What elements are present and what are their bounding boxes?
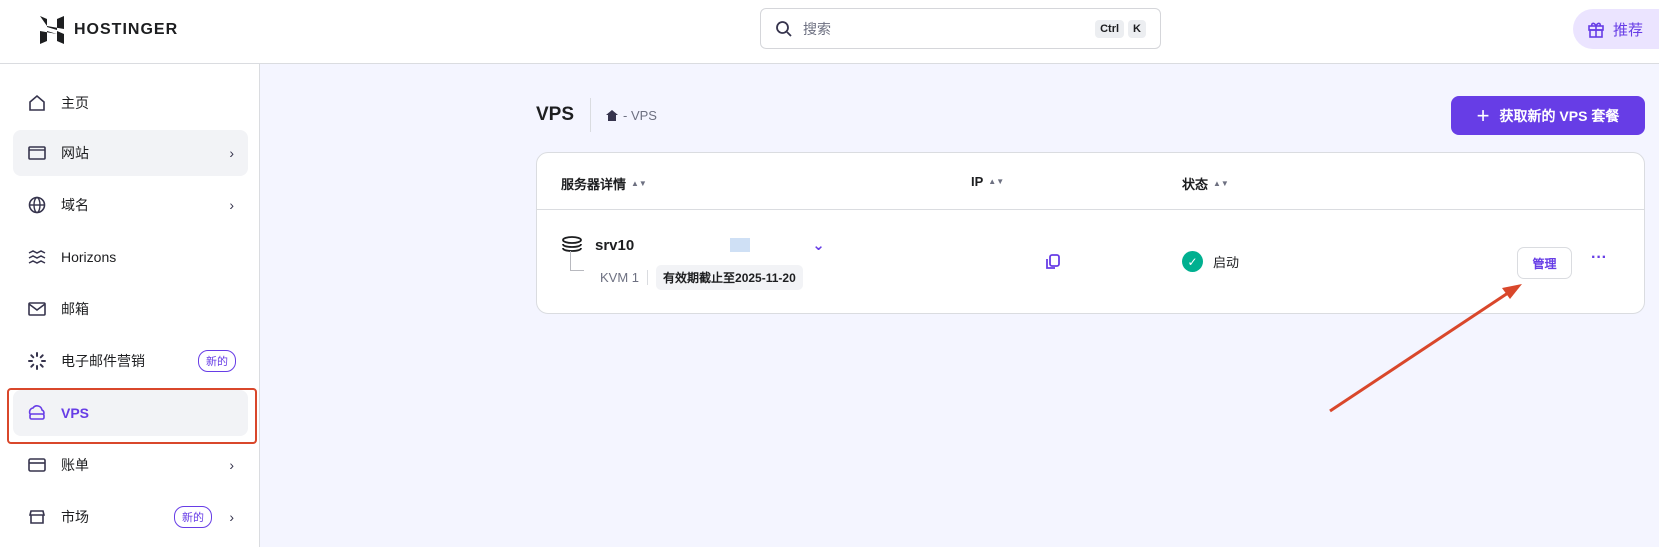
globe-icon (27, 195, 47, 215)
header-label: IP (971, 174, 984, 189)
mail-icon (27, 299, 47, 319)
sidebar-item-label: 主页 (61, 95, 89, 111)
card-icon (27, 455, 47, 475)
gift-icon (1588, 22, 1604, 38)
table-row: srv10 ⌄ (561, 235, 825, 255)
home-icon[interactable] (605, 108, 619, 122)
annotation-arrow (1329, 284, 1522, 413)
button-label: 获取新的 VPS 套餐 (1499, 107, 1620, 124)
referral-button[interactable]: 推荐 (1573, 9, 1659, 49)
copy-icon[interactable] (1045, 254, 1061, 270)
divider (537, 209, 1644, 210)
browser-icon (27, 143, 47, 163)
column-header-status[interactable]: 状态 ▲▼ (1182, 174, 1229, 193)
status-label: 启动 (1213, 255, 1240, 270)
get-new-vps-button[interactable]: + 获取新的 VPS 套餐 (1451, 96, 1645, 135)
sidebar-item-label: 网站 (61, 145, 89, 161)
referral-label: 推荐 (1613, 21, 1644, 39)
breadcrumb-current: - VPS (623, 107, 657, 123)
hostinger-logo-icon (40, 16, 64, 44)
sort-icon: ▲▼ (988, 177, 1005, 186)
sidebar-item-label: Horizons (61, 249, 117, 265)
column-header-server[interactable]: 服务器详情 ▲▼ (561, 174, 647, 193)
top-header: HOSTINGER 搜索 Ctrl K 推荐 (0, 0, 1659, 64)
chevron-right-icon: › (229, 509, 234, 525)
loader-icon (27, 351, 47, 371)
breadcrumb: - VPS (590, 98, 657, 132)
chevron-down-icon[interactable]: ⌄ (812, 236, 825, 254)
hostinger-logo[interactable]: HOSTINGER (40, 16, 178, 44)
sidebar-item-billing[interactable]: 账单 › (13, 442, 248, 488)
sidebar-item-horizons[interactable]: Horizons (13, 234, 248, 280)
sidebar-item-label: 电子邮件营销 (61, 353, 145, 369)
store-icon (27, 507, 47, 527)
sidebar-item-label: 域名 (61, 197, 89, 213)
new-badge: 新的 (174, 506, 212, 528)
shortcut-key: K (1128, 19, 1146, 38)
header-label: 状态 (1182, 177, 1209, 192)
column-header-ip[interactable]: IP ▲▼ (971, 174, 1004, 189)
plan-name: KVM 1 (600, 270, 649, 285)
expiry-badge: 有效期截止至2025-11-20 (656, 265, 803, 290)
more-options-icon[interactable]: ··· (1591, 249, 1607, 267)
status-badge: ✓ 启动 (1182, 251, 1239, 272)
chevron-right-icon: › (229, 197, 234, 213)
sidebar-item-home[interactable]: 主页 (13, 80, 248, 126)
sidebar-item-label: 邮箱 (61, 301, 89, 317)
redacted-block (730, 238, 751, 252)
search-input[interactable]: 搜索 Ctrl K (760, 8, 1161, 49)
server-name[interactable]: srv10 (595, 237, 634, 254)
page-title: VPS (536, 104, 575, 125)
sidebar-item-label: 市场 (61, 509, 89, 525)
chevron-right-icon: › (229, 457, 234, 473)
shortcut-key: Ctrl (1095, 19, 1125, 38)
check-circle-icon: ✓ (1182, 251, 1203, 272)
annotation-highlight-box (7, 388, 257, 444)
server-plan: KVM 1 有效期截止至2025-11-20 (570, 251, 803, 290)
sidebar-item-websites[interactable]: 网站 › (13, 130, 248, 176)
search-icon (776, 20, 792, 37)
sidebar: 主页 网站 › 域名 › Horizons 邮箱 电子邮件营销 新的 VPS 账单 › … (0, 64, 260, 547)
sidebar-item-email-marketing[interactable]: 电子邮件营销 新的 (13, 338, 248, 384)
header-label: 服务器详情 (561, 177, 627, 192)
home-icon (27, 93, 47, 113)
waves-icon (27, 247, 47, 267)
sort-icon: ▲▼ (1213, 179, 1229, 188)
plus-icon: + (1476, 102, 1490, 128)
tree-connector (570, 251, 584, 271)
new-badge: 新的 (198, 350, 236, 372)
sidebar-item-marketplace[interactable]: 市场 新的 › (13, 494, 248, 540)
brand-name: HOSTINGER (74, 21, 179, 38)
sidebar-item-domains[interactable]: 域名 › (13, 182, 248, 228)
sort-icon: ▲▼ (631, 179, 647, 188)
sidebar-item-email[interactable]: 邮箱 (13, 286, 248, 332)
search-placeholder: 搜索 (803, 20, 831, 37)
chevron-right-icon: › (229, 145, 234, 161)
sidebar-item-label: 账单 (61, 457, 89, 473)
